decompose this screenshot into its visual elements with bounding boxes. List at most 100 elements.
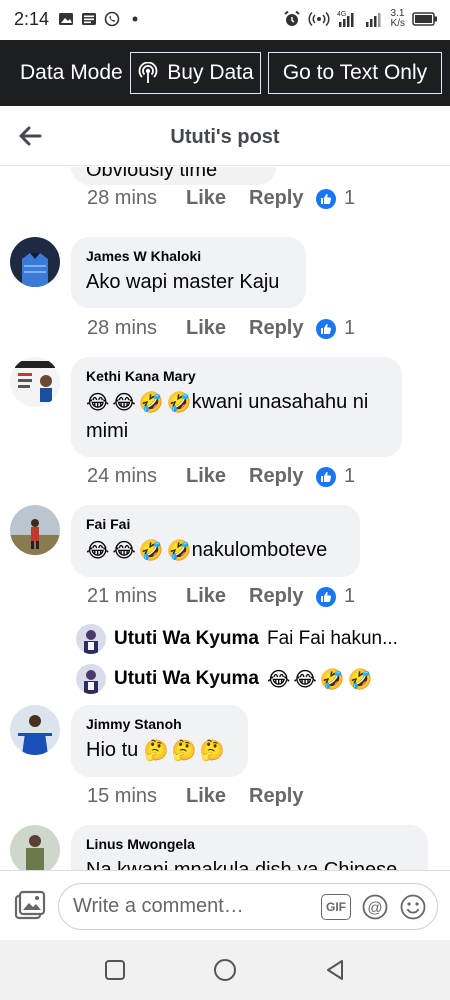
reply-button[interactable]: Reply <box>249 585 316 608</box>
comment-text: Hio tu <box>86 739 139 761</box>
mention-icon[interactable]: @ <box>361 893 389 921</box>
system-icons: 4G 3.1 K/s <box>283 9 438 29</box>
commenter-name[interactable]: Linus Mwongela <box>86 836 413 852</box>
comment-text: Na kwani mnakula dish ya Chinese <box>86 859 398 870</box>
comment-text: nakulomboteve <box>191 539 328 561</box>
comment-time: 21 mins <box>87 585 158 607</box>
reaction-summary[interactable]: 1 <box>316 317 355 340</box>
reply-author: Ututi Wa Kyuma <box>114 668 259 689</box>
comment-text: Obviously time <box>86 167 218 181</box>
comment-actions: 15 mins Like Reply <box>87 785 316 808</box>
text-only-button[interactable]: Go to Text Only <box>268 52 442 94</box>
reaction-summary[interactable]: 1 <box>316 465 355 488</box>
avatar[interactable] <box>10 237 60 287</box>
rofl-emoji-icon: 🤣 <box>166 539 192 562</box>
emoji-group: 😂 😂 🤣 🤣 <box>86 537 192 565</box>
battery-icon <box>412 12 437 26</box>
comment-text-block: Hio tu 🤔 🤔 🤔 <box>86 736 233 765</box>
laughing-emoji-icon: 😂 <box>86 391 110 414</box>
comment-time: 28 mins <box>87 317 158 339</box>
image-notification-icon <box>59 13 73 25</box>
svg-text:4G: 4G <box>337 11 346 18</box>
like-button[interactable]: Like <box>186 317 249 340</box>
comment-text: Ako wapi master Kaju <box>86 271 280 293</box>
post-header: Ututi's post <box>0 106 450 166</box>
reply-button[interactable]: Reply <box>249 465 316 488</box>
like-icon <box>316 466 336 487</box>
laughing-emoji-icon: 😂 <box>86 539 110 562</box>
composer-icons: GIF @ <box>321 893 427 921</box>
reply-button[interactable]: Reply <box>249 317 316 340</box>
commenter-name[interactable]: James W Khaloki <box>86 248 291 264</box>
commenter-name[interactable]: Jimmy Stanoh <box>86 716 233 732</box>
comment-actions: 24 mins Like Reply 1 <box>87 465 355 488</box>
laughing-emoji-icon: 😂 <box>266 668 291 691</box>
alarm-icon <box>283 10 300 26</box>
signal-2-icon <box>365 13 381 27</box>
reply-button[interactable]: Reply <box>249 187 316 210</box>
reply-text: Fai Fai hakun... <box>266 628 398 649</box>
status-time: 2:14 <box>14 9 50 29</box>
thinking-emoji-icon: 🤔 <box>143 739 169 762</box>
whatsapp-icon <box>104 11 120 27</box>
commenter-name[interactable]: Kethi Kana Mary <box>86 368 387 384</box>
like-button[interactable]: Like <box>186 785 249 808</box>
nav-back-icon[interactable] <box>323 958 347 982</box>
reaction-count: 1 <box>344 187 356 209</box>
nav-home-icon[interactable] <box>213 958 237 982</box>
news-notification-icon <box>82 13 96 25</box>
rofl-emoji-icon: 🤣 <box>319 668 345 691</box>
comment-time: 15 mins <box>87 785 158 807</box>
avatar[interactable] <box>10 505 60 555</box>
comment-actions: 28 mins Like Reply 1 <box>87 317 355 340</box>
commenter-name[interactable]: Fai Fai <box>86 516 345 532</box>
avatar[interactable] <box>10 825 60 870</box>
gif-icon[interactable]: GIF <box>321 894 351 920</box>
reply-preview[interactable]: Ututi Wa Kyuma 😂 😂 🤣 🤣 <box>76 664 373 694</box>
like-button[interactable]: Like <box>186 465 249 488</box>
emoji-icon[interactable] <box>399 893 427 921</box>
comment-composer: Write a comment… GIF @ <box>0 870 450 940</box>
reply-author: Ututi Wa Kyuma <box>114 628 259 649</box>
reply-button[interactable]: Reply <box>249 785 316 808</box>
rofl-emoji-icon: 🤣 <box>166 391 192 414</box>
reaction-summary[interactable]: 1 <box>316 585 355 608</box>
like-button[interactable]: Like <box>186 187 249 210</box>
comment-input[interactable]: Write a comment… GIF @ <box>58 883 438 930</box>
comment-time: 28 mins <box>87 187 158 209</box>
comment-time: 24 mins <box>87 465 158 487</box>
like-button[interactable]: Like <box>186 585 249 608</box>
emoji-group: 😂 😂 🤣 🤣 <box>267 667 373 692</box>
laughing-emoji-icon: 😂 <box>293 668 317 691</box>
photo-icon[interactable] <box>12 888 48 924</box>
nav-recents-icon[interactable] <box>103 958 127 982</box>
avatar[interactable] <box>10 705 60 755</box>
reply-preview[interactable]: Ututi Wa Kyuma Fai Fai hakun... <box>76 624 398 654</box>
comments-list[interactable]: Obviously time 28 mins Like Reply 1 Jame… <box>0 167 450 870</box>
like-icon <box>316 586 336 607</box>
comment-actions: 21 mins Like Reply 1 <box>87 585 355 608</box>
status-bar: 2:14 4G 3.1 K/s <box>0 0 450 40</box>
data-mode-bar: Data Mode Buy Data Go to Text Only <box>0 40 450 106</box>
hotspot-icon <box>308 11 330 27</box>
thinking-emoji-icon: 🤔 <box>171 739 197 762</box>
notification-icons <box>58 11 143 27</box>
comment-bubble[interactable]: Fai Fai 😂 😂 🤣 🤣 nakulomboteve <box>71 505 360 577</box>
comment-bubble[interactable]: James W Khaloki Ako wapi master Kaju <box>71 237 306 308</box>
dot-icon <box>132 16 138 22</box>
avatar[interactable] <box>10 357 60 407</box>
avatar <box>76 664 106 694</box>
buy-data-button[interactable]: Buy Data <box>130 52 261 94</box>
reaction-count: 1 <box>344 317 356 339</box>
reaction-count: 1 <box>344 465 356 487</box>
reaction-summary[interactable]: 1 <box>316 187 355 210</box>
comment-bubble[interactable]: Jimmy Stanoh Hio tu 🤔 🤔 🤔 <box>71 705 248 777</box>
comment-bubble[interactable]: Obviously time <box>71 167 276 185</box>
data-mode-label: Data Mode <box>20 61 123 84</box>
laughing-emoji-icon: 😂 <box>112 391 136 414</box>
page-title: Ututi's post <box>170 126 280 148</box>
comment-bubble[interactable]: Linus Mwongela Na kwani mnakula dish ya … <box>71 825 428 870</box>
avatar <box>76 624 106 654</box>
comment-bubble[interactable]: Kethi Kana Mary 😂 😂 🤣 🤣 kwani unasahahu ni m… <box>71 357 402 457</box>
buy-data-label: Buy Data <box>167 61 254 84</box>
